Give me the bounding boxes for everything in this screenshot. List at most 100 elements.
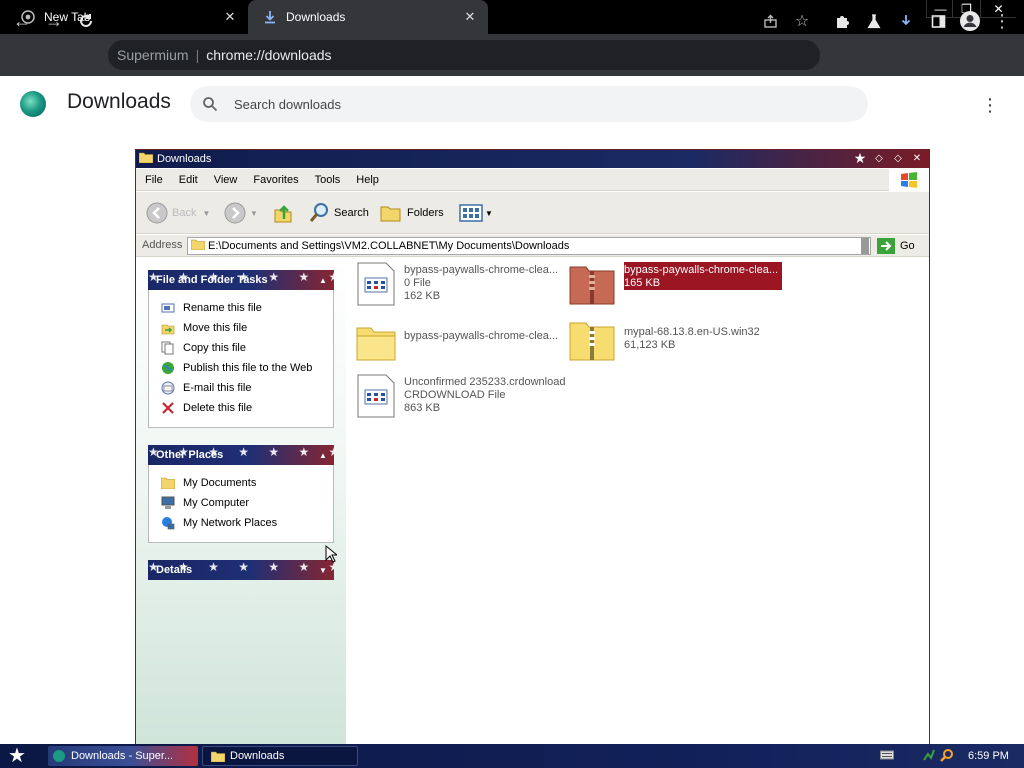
address-label: Address bbox=[142, 239, 183, 251]
close-icon[interactable]: ✕ bbox=[222, 9, 238, 25]
address-field[interactable]: E:\Documents and Settings\VM2.COLLABNET\… bbox=[187, 237, 871, 255]
folder-icon bbox=[138, 152, 154, 166]
search-input[interactable] bbox=[234, 94, 834, 114]
file-tasks-title: File and Folder Tasks bbox=[156, 274, 268, 286]
extensions-icon[interactable] bbox=[829, 8, 855, 34]
download-icon bbox=[262, 9, 278, 25]
place-my-documents[interactable]: My Documents bbox=[160, 474, 256, 492]
profile-avatar-icon[interactable] bbox=[957, 8, 983, 34]
taskbar-item-explorer[interactable]: Downloads bbox=[202, 746, 358, 766]
search-button[interactable]: Search bbox=[308, 200, 369, 226]
dropdown-arrow-icon: ▼ bbox=[250, 208, 258, 218]
close-button[interactable]: ✕ bbox=[909, 151, 925, 166]
menu-file[interactable]: File bbox=[136, 174, 171, 186]
back-button[interactable]: Back ▼ bbox=[146, 200, 210, 226]
menu-help[interactable]: Help bbox=[348, 174, 387, 186]
move-icon bbox=[160, 320, 176, 336]
explorer-toolbar: Back ▼ ▼ Search Folders ▼ bbox=[136, 192, 929, 234]
go-button[interactable]: Go bbox=[877, 237, 915, 255]
folder-icon bbox=[356, 327, 396, 361]
collapse-chevron-icon[interactable]: ▲ bbox=[316, 449, 330, 461]
kebab-menu-icon[interactable]: ⋮ bbox=[989, 8, 1015, 34]
file-item-selected[interactable]: bypass-paywalls-chrome-clea... 165 KB bbox=[568, 262, 782, 306]
share-icon[interactable] bbox=[757, 8, 783, 34]
file-item[interactable]: bypass-paywalls-chrome-clea... 0 File 16… bbox=[356, 262, 558, 306]
address-path: E:\Documents and Settings\VM2.COLLABNET\… bbox=[208, 240, 570, 252]
forward-button[interactable]: ▼ bbox=[224, 200, 258, 226]
omnibox-url: chrome://downloads bbox=[206, 47, 332, 63]
folders-label: Folders bbox=[407, 207, 444, 219]
supermium-logo-icon bbox=[20, 91, 46, 117]
maximize-button[interactable]: ◇ bbox=[890, 151, 906, 166]
generic-file-icon bbox=[357, 262, 395, 306]
file-item[interactable]: bypass-paywalls-chrome-clea... bbox=[356, 320, 558, 364]
omnibox-text: Supermium | chrome://downloads bbox=[117, 47, 332, 63]
file-name: bypass-paywalls-chrome-clea... bbox=[404, 330, 559, 342]
details-header[interactable]: ★ ★ ★ ★ ★ ★ ★ ★ Details ▼ bbox=[148, 560, 334, 580]
network-tray-icon[interactable] bbox=[922, 748, 936, 765]
task-rename[interactable]: Rename this file bbox=[160, 299, 262, 317]
search-tray-icon[interactable] bbox=[940, 748, 954, 765]
place-my-network[interactable]: My Network Places bbox=[160, 514, 277, 532]
explorer-window: Downloads ★ ◇ ◇ ✕ File Edit View Favorit… bbox=[135, 149, 930, 745]
close-icon[interactable]: ✕ bbox=[462, 9, 478, 25]
file-name: bypass-paywalls-chrome-clea... bbox=[624, 264, 779, 276]
details-title: Details bbox=[156, 564, 193, 576]
generic-file-icon bbox=[357, 374, 395, 418]
email-icon bbox=[160, 380, 176, 396]
explorer-address-bar: Address E:\Documents and Settings\VM2.CO… bbox=[136, 235, 929, 257]
back-label: Back bbox=[172, 207, 197, 219]
task-delete[interactable]: Delete this file bbox=[160, 399, 252, 417]
place-label: My Computer bbox=[183, 497, 250, 509]
tab-title: Downloads bbox=[286, 10, 346, 24]
task-copy[interactable]: Copy this file bbox=[160, 339, 246, 357]
menu-view[interactable]: View bbox=[206, 174, 246, 186]
bookmark-star-icon[interactable]: ☆ bbox=[789, 8, 815, 34]
menu-tools[interactable]: Tools bbox=[307, 174, 349, 186]
tab-downloads[interactable]: Downloads ✕ bbox=[248, 0, 488, 34]
side-panel-icon[interactable] bbox=[925, 8, 951, 34]
file-tasks-header[interactable]: ★ ★ ★ ★ ★ ★ ★ ★ File and Folder Tasks ▲ bbox=[148, 270, 334, 290]
menu-favorites[interactable]: Favorites bbox=[245, 174, 306, 186]
menu-edit[interactable]: Edit bbox=[171, 174, 206, 186]
collapse-chevron-icon[interactable]: ▲ bbox=[316, 274, 330, 286]
lab-flask-icon[interactable] bbox=[861, 8, 887, 34]
tab-title: New Tab bbox=[44, 10, 91, 24]
file-name: mypal-68.13.8.en-US.win32 bbox=[624, 326, 760, 338]
more-actions-icon[interactable]: ⋮ bbox=[980, 94, 1000, 116]
file-item[interactable]: Unconfirmed 235233.crdownload CRDOWNLOAD… bbox=[356, 374, 565, 418]
up-folder-button[interactable] bbox=[272, 200, 294, 226]
supermium-icon bbox=[52, 749, 66, 763]
network-icon bbox=[160, 515, 176, 531]
views-button[interactable]: ▼ bbox=[459, 200, 493, 226]
zip-folder-icon bbox=[569, 266, 615, 305]
zip-folder-icon bbox=[569, 322, 615, 361]
other-places-header[interactable]: ★ ★ ★ ★ ★ ★ ★ ★ Other Places ▲ bbox=[148, 445, 334, 465]
folders-button[interactable]: Folders bbox=[380, 200, 444, 226]
task-move[interactable]: Move this file bbox=[160, 319, 247, 337]
expand-chevron-icon[interactable]: ▼ bbox=[316, 564, 330, 576]
forward-arrow-icon[interactable]: → bbox=[41, 8, 67, 34]
start-button[interactable]: ★ bbox=[6, 746, 28, 766]
downloads-icon[interactable] bbox=[893, 8, 919, 34]
minimize-button[interactable]: ◇ bbox=[871, 151, 887, 166]
dropdown-arrow-icon: ▼ bbox=[202, 208, 211, 218]
place-my-computer[interactable]: My Computer bbox=[160, 494, 249, 512]
task-publish[interactable]: Publish this file to the Web bbox=[160, 359, 312, 377]
file-view: bypass-paywalls-chrome-clea... 0 File 16… bbox=[346, 258, 929, 744]
star-icon: ★ bbox=[853, 150, 867, 166]
address-dropdown-button[interactable] bbox=[861, 238, 869, 254]
taskbar-item-browser[interactable]: Downloads - Super... bbox=[48, 746, 198, 766]
file-type: 0 File bbox=[404, 277, 431, 289]
other-places-title: Other Places bbox=[156, 449, 224, 461]
file-size: 165 KB bbox=[624, 277, 661, 289]
file-item[interactable]: mypal-68.13.8.en-US.win32 61,123 KB bbox=[568, 318, 760, 362]
reload-icon[interactable] bbox=[73, 8, 99, 34]
explorer-titlebar: Downloads ★ ◇ ◇ ✕ bbox=[136, 150, 929, 168]
place-label: My Documents bbox=[183, 477, 257, 489]
task-label: Copy this file bbox=[183, 342, 246, 354]
tab-new-tab[interactable]: New Tab ✕ bbox=[0, 0, 248, 34]
file-name: bypass-paywalls-chrome-clea... bbox=[404, 264, 559, 276]
back-arrow-icon[interactable]: ← bbox=[9, 8, 35, 34]
task-email[interactable]: E-mail this file bbox=[160, 379, 251, 397]
